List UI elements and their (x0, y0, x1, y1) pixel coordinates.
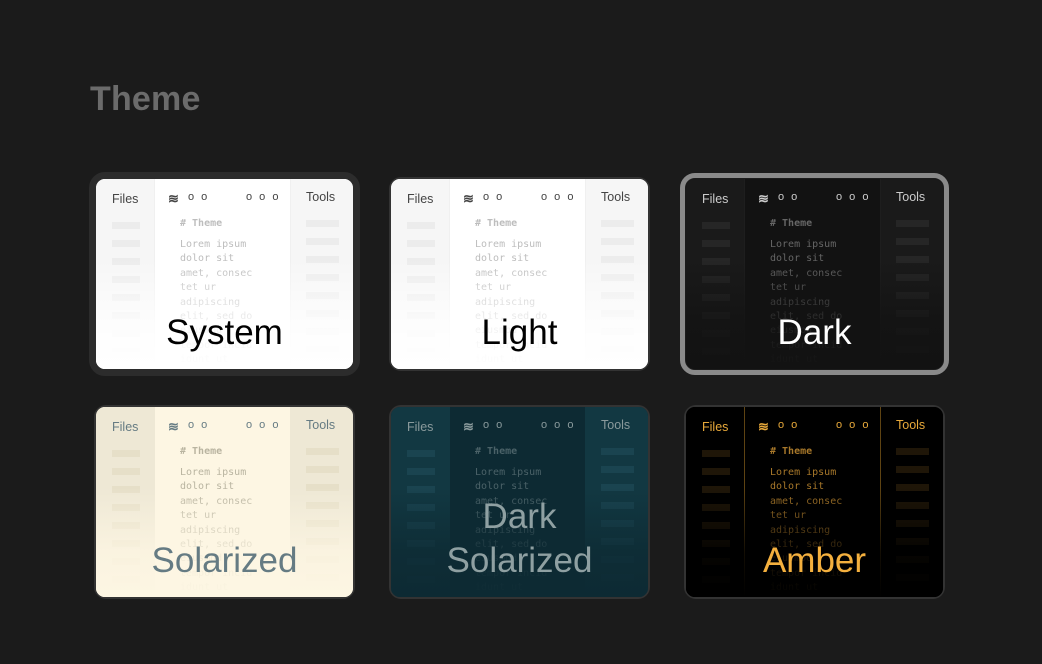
lorem-line: Lorem ipsum (475, 467, 542, 478)
waves-icon: ≋ (463, 419, 474, 434)
left-dots: o o (188, 191, 210, 203)
tools-label: Tools (306, 190, 336, 204)
theme-card-light[interactable]: Files≋o oo o o# ThemeLorem ipsumdolor si… (389, 177, 650, 371)
tools-label: Tools (896, 418, 926, 432)
theme-name: Solarized (151, 541, 298, 580)
file-placeholder (702, 468, 730, 475)
preview-heading: # Theme (180, 218, 223, 229)
tools-label: Tools (601, 418, 631, 432)
lorem-line: Lorem ipsum (770, 467, 837, 478)
tool-placeholder (306, 466, 339, 473)
page-title: Theme (90, 80, 201, 118)
file-placeholder (112, 240, 140, 247)
tool-placeholder (896, 238, 929, 245)
lorem-line: Lorem ipsum (180, 467, 247, 478)
waves-icon: ≋ (758, 191, 769, 206)
tools-label: Tools (896, 190, 926, 204)
file-placeholder (112, 450, 140, 457)
tool-placeholder (306, 220, 339, 227)
tools-label: Tools (601, 190, 631, 204)
tool-placeholder (896, 466, 929, 473)
theme-preview: Files≋o oo o o# ThemeLorem ipsumdolor si… (686, 407, 943, 597)
right-dots: o o o (836, 191, 871, 203)
tool-placeholder (601, 466, 634, 473)
theme-card-dark[interactable]: Files≋o oo o o# ThemeLorem ipsumdolor si… (680, 173, 949, 375)
file-placeholder (407, 222, 435, 229)
theme-name: Dark (777, 313, 852, 352)
waves-icon: ≋ (168, 419, 179, 434)
left-dots: o o (778, 419, 800, 431)
preview-heading: # Theme (475, 218, 518, 229)
file-placeholder (112, 222, 140, 229)
left-dots: o o (778, 191, 800, 203)
theme-card-dark-solarized[interactable]: Files≋o oo o o# ThemeLorem ipsumdolor si… (389, 405, 650, 599)
preview-heading: # Theme (770, 446, 813, 457)
files-label: Files (407, 192, 434, 206)
left-dots: o o (483, 191, 505, 203)
theme-card-amber[interactable]: Files≋o oo o o# ThemeLorem ipsumdolor si… (684, 405, 945, 599)
theme-card-solarized[interactable]: Files≋o oo o o# ThemeLorem ipsumdolor si… (94, 405, 355, 599)
files-label: Files (407, 420, 434, 434)
right-dots: o o o (541, 191, 576, 203)
theme-preview: Files≋o oo o o# ThemeLorem ipsumdolor si… (96, 179, 353, 369)
lorem-line: Lorem ipsum (180, 239, 247, 250)
file-placeholder (407, 240, 435, 247)
file-placeholder (702, 222, 730, 229)
theme-name: Dark Solarized (446, 497, 593, 580)
lorem-line: Lorem ipsum (770, 239, 837, 250)
files-label: Files (702, 420, 729, 434)
file-placeholder (702, 450, 730, 457)
files-label: Files (702, 192, 729, 206)
file-placeholder (112, 468, 140, 475)
left-dots: o o (483, 419, 505, 431)
theme-preview: Files≋o oo o o# ThemeLorem ipsumdolor si… (686, 179, 943, 369)
file-placeholder (407, 450, 435, 457)
theme-name: Light (481, 313, 558, 352)
waves-icon: ≋ (168, 191, 179, 206)
theme-name: Amber (762, 541, 867, 580)
tool-placeholder (896, 220, 929, 227)
theme-name: System (166, 313, 283, 352)
theme-grid: Files≋o oo o o# ThemeLorem ipsumdolor si… (89, 172, 949, 599)
theme-preview: Files≋o oo o o# ThemeLorem ipsumdolor si… (96, 407, 353, 597)
lorem-line: Lorem ipsum (475, 239, 542, 250)
right-dots: o o o (246, 191, 281, 203)
preview-heading: # Theme (180, 446, 223, 457)
tool-placeholder (601, 238, 634, 245)
right-dots: o o o (836, 419, 871, 431)
waves-icon: ≋ (463, 191, 474, 206)
right-dots: o o o (246, 419, 281, 431)
tool-placeholder (306, 448, 339, 455)
tool-placeholder (896, 448, 929, 455)
theme-preview: Files≋o oo o o# ThemeLorem ipsumdolor si… (391, 407, 648, 597)
file-placeholder (702, 240, 730, 247)
files-label: Files (112, 192, 139, 206)
right-dots: o o o (541, 419, 576, 431)
theme-card-system[interactable]: Files≋o oo o o# ThemeLorem ipsumdolor si… (89, 172, 360, 376)
files-label: Files (112, 420, 139, 434)
waves-icon: ≋ (758, 419, 769, 434)
preview-heading: # Theme (770, 218, 813, 229)
file-placeholder (407, 468, 435, 475)
tool-placeholder (306, 238, 339, 245)
tool-placeholder (601, 220, 634, 227)
tool-placeholder (601, 448, 634, 455)
preview-heading: # Theme (475, 446, 518, 457)
tools-label: Tools (306, 418, 336, 432)
theme-preview: Files≋o oo o o# ThemeLorem ipsumdolor si… (391, 179, 648, 369)
left-dots: o o (188, 419, 210, 431)
